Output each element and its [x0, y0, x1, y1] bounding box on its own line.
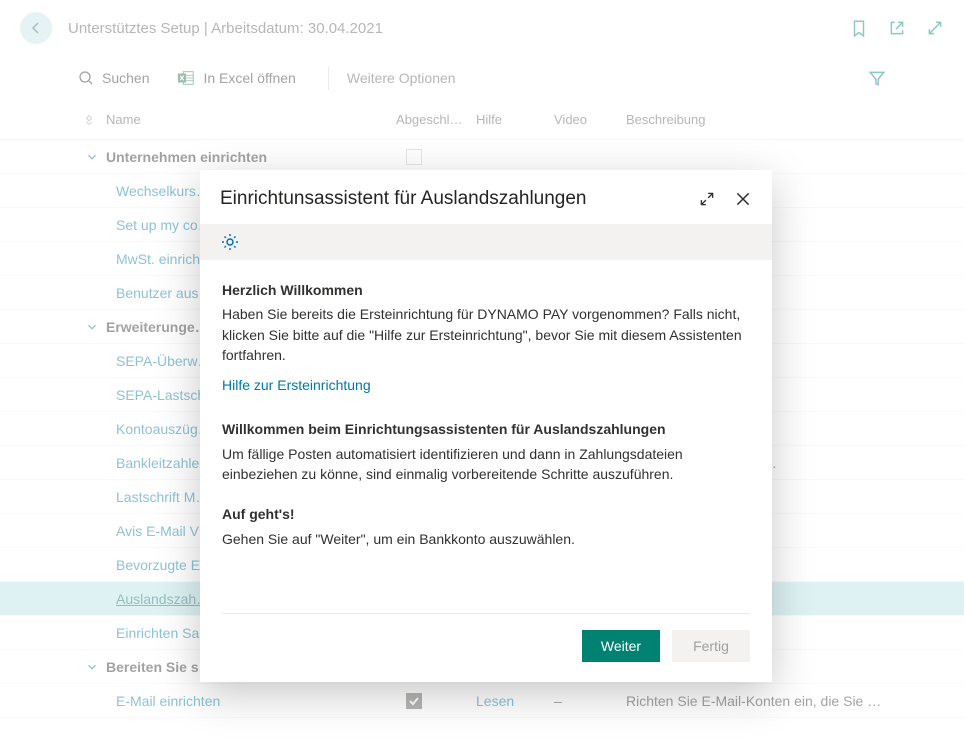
setup-wizard-modal: Einrichtunsassistent für Auslandszahlung…	[200, 170, 772, 682]
modal-body: Herzlich Willkommen Haben Sie bereits di…	[200, 260, 772, 599]
done-button: Fertig	[672, 630, 750, 662]
wizard-text: Um fällige Posten automatisiert identifi…	[222, 444, 750, 485]
welcome-heading: Herzlich Willkommen	[222, 280, 750, 300]
modal-expand-button[interactable]	[698, 190, 716, 208]
modal-footer: Weiter Fertig	[200, 614, 772, 682]
go-heading: Auf geht's!	[222, 504, 750, 524]
modal-close-button[interactable]	[734, 190, 752, 208]
modal-ribbon	[200, 224, 772, 260]
modal-title: Einrichtunsassistent für Auslandszahlung…	[220, 188, 587, 210]
wizard-heading: Willkommen beim Einrichtungsassistenten …	[222, 419, 750, 439]
gear-icon	[220, 232, 240, 252]
next-button[interactable]: Weiter	[582, 630, 660, 662]
expand-diagonal-icon	[698, 190, 716, 208]
modal-header: Einrichtunsassistent für Auslandszahlung…	[200, 170, 772, 224]
welcome-text: Haben Sie bereits die Ersteinrichtung fü…	[222, 304, 750, 365]
go-text: Gehen Sie auf "Weiter", um ein Bankkonto…	[222, 529, 750, 549]
help-setup-link[interactable]: Hilfe zur Ersteinrichtung	[222, 375, 750, 395]
close-icon	[734, 190, 752, 208]
